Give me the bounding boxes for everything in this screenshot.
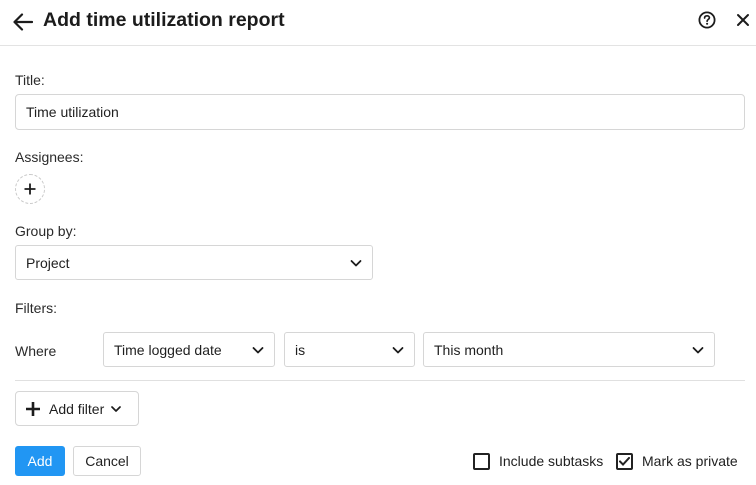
chevron-down-icon bbox=[111, 405, 122, 412]
include-subtasks-label[interactable]: Include subtasks bbox=[499, 453, 603, 470]
close-button[interactable] bbox=[733, 10, 753, 30]
add-filter-label: Add filter bbox=[49, 400, 105, 417]
assignees-label: Assignees: bbox=[15, 149, 84, 165]
filter-operator-value: is bbox=[295, 341, 306, 358]
chevron-down-icon bbox=[350, 259, 362, 266]
mark-private-label[interactable]: Mark as private bbox=[642, 453, 738, 470]
filter-operator-select[interactable]: is bbox=[284, 332, 415, 367]
filter-value-value: This month bbox=[434, 341, 504, 358]
cancel-button[interactable]: Cancel bbox=[73, 446, 141, 476]
question-circle-icon bbox=[698, 11, 716, 29]
include-subtasks-checkbox[interactable] bbox=[473, 453, 490, 470]
mark-private-checkbox[interactable] bbox=[616, 453, 633, 470]
dialog-header: Add time utilization report bbox=[0, 0, 756, 46]
title-input[interactable]: Time utilization bbox=[15, 94, 745, 130]
group-by-label: Group by: bbox=[15, 223, 77, 239]
group-by-value: Project bbox=[26, 254, 70, 271]
dialog-title: Add time utilization report bbox=[43, 9, 285, 31]
chevron-down-icon bbox=[392, 346, 404, 353]
add-button[interactable]: Add bbox=[15, 446, 65, 476]
plus-icon bbox=[26, 401, 40, 416]
divider bbox=[15, 380, 745, 381]
arrow-left-icon bbox=[13, 13, 33, 31]
chevron-down-icon bbox=[252, 346, 264, 353]
filter-field-select[interactable]: Time logged date bbox=[103, 332, 275, 367]
title-input-value: Time utilization bbox=[26, 104, 119, 120]
filters-label: Filters: bbox=[15, 300, 57, 316]
back-button[interactable] bbox=[10, 9, 36, 35]
checkmark-icon bbox=[619, 457, 630, 466]
filter-value-select[interactable]: This month bbox=[423, 332, 715, 367]
title-label: Title: bbox=[15, 72, 45, 88]
plus-icon bbox=[24, 183, 36, 195]
group-by-select[interactable]: Project bbox=[15, 245, 373, 280]
chevron-down-icon bbox=[692, 346, 704, 353]
filter-field-value: Time logged date bbox=[114, 341, 222, 358]
help-button[interactable] bbox=[697, 10, 717, 30]
where-label: Where bbox=[15, 343, 57, 359]
close-icon bbox=[737, 14, 749, 26]
add-assignee-button[interactable] bbox=[15, 174, 45, 204]
add-filter-button[interactable]: Add filter bbox=[15, 391, 139, 426]
